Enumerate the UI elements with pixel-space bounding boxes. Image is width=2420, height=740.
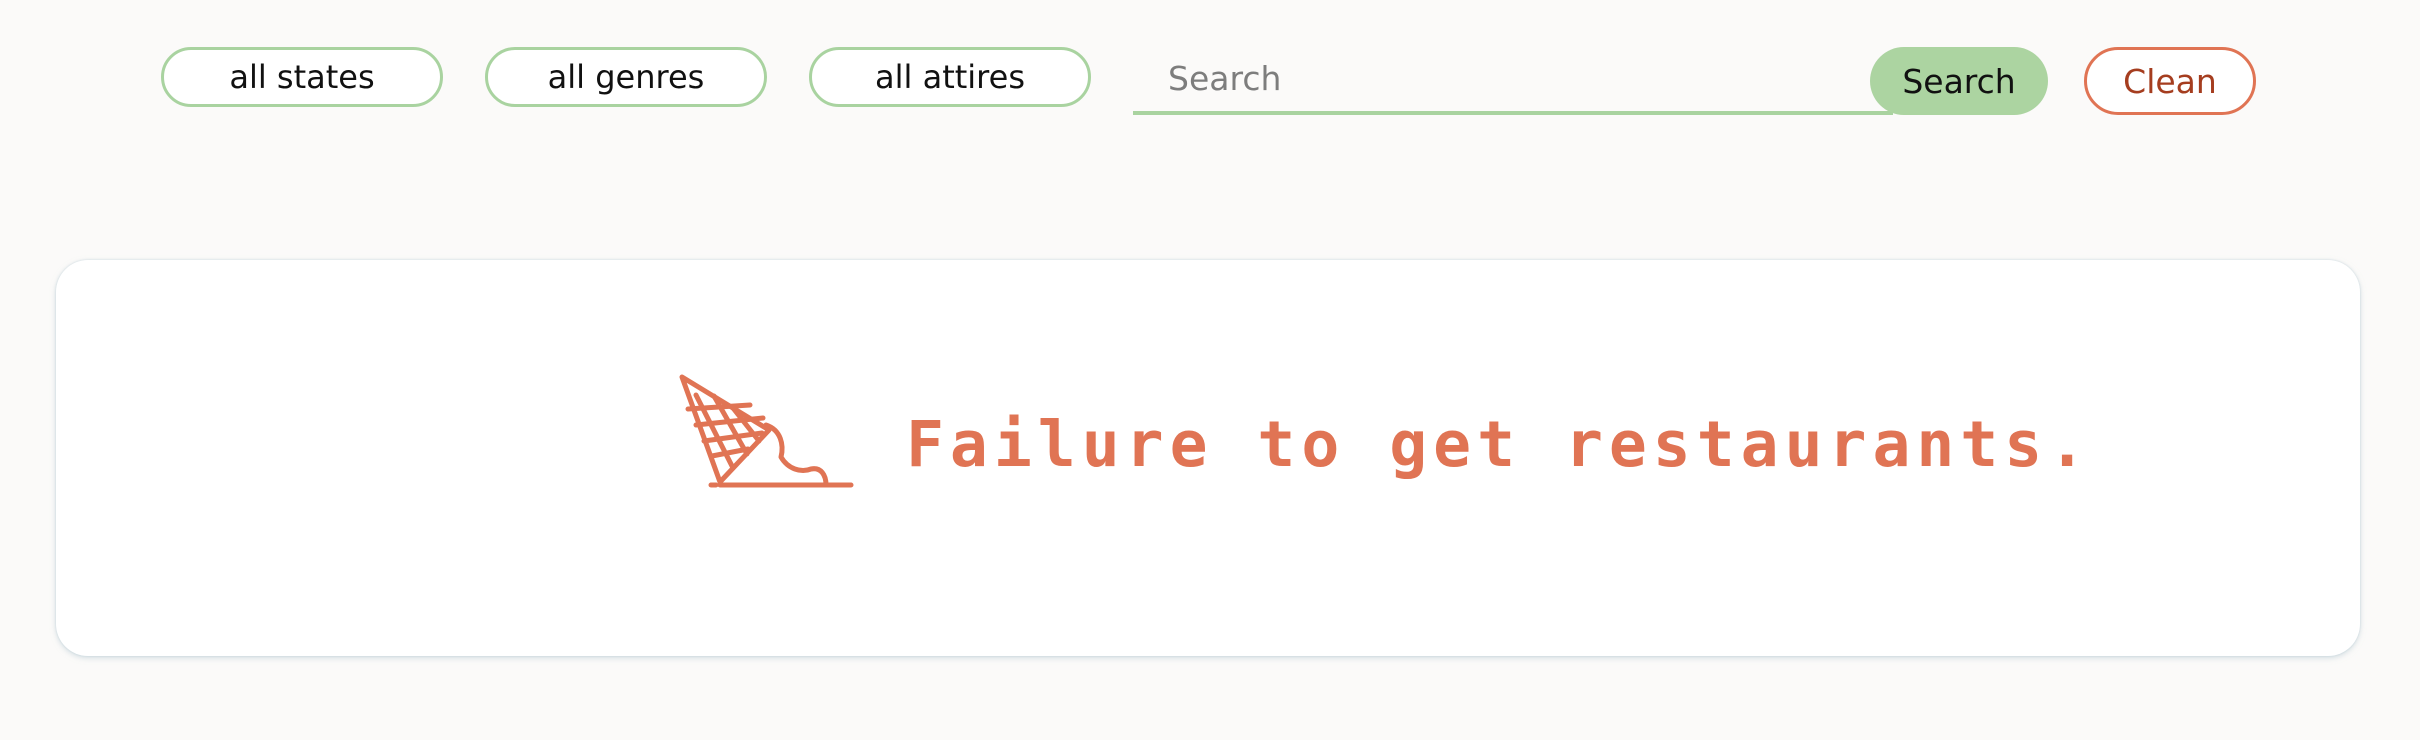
search-button[interactable]: Search — [1870, 47, 2048, 115]
search-input[interactable] — [1133, 47, 1873, 109]
error-message-text: Failure to get restaurants. — [906, 408, 2093, 481]
state-filter-button[interactable]: all states — [161, 47, 443, 107]
attire-filter-button[interactable]: all attires — [809, 47, 1091, 107]
genre-filter-button[interactable]: all genres — [485, 47, 767, 107]
search-field — [1133, 47, 1893, 115]
filter-toolbar: all states all genres all attires Search… — [0, 0, 2420, 160]
dropped-ice-cream-cone-icon — [679, 374, 854, 488]
clean-button[interactable]: Clean — [2084, 47, 2256, 115]
error-message-card: Failure to get restaurants. — [56, 260, 2360, 656]
